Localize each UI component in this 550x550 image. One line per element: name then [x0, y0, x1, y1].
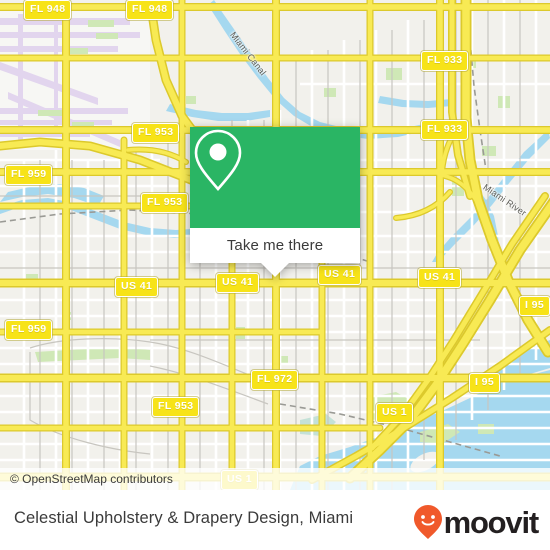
road-shield: FL 948 [126, 0, 174, 20]
road-shield: FL 933 [421, 51, 469, 71]
road-shield: FL 953 [141, 193, 189, 213]
road-shield: US 41 [418, 268, 462, 288]
road-shield: FL 972 [251, 370, 299, 390]
road-shield: FL 953 [152, 397, 200, 417]
map-canvas[interactable]: FL 948 FL 948 FL 933 FL 953 FL 933 FL 959 FL 9… [0, 0, 550, 490]
road-shield: I 95 [519, 296, 550, 316]
popup-action-bar[interactable]: Take me there [190, 228, 360, 263]
road-shield: FL 953 [132, 123, 180, 143]
screenshot-root: FL 948 FL 948 FL 933 FL 953 FL 933 FL 959 FL 9… [0, 0, 550, 550]
map-pin-icon [194, 129, 242, 191]
take-me-there-label: Take me there [226, 237, 324, 254]
popup-tail-pointer [261, 263, 289, 277]
page-footer: Celestial Upholstery & Drapery Design, M… [0, 490, 550, 550]
road-shield: US 41 [318, 265, 362, 285]
page-title: Celestial Upholstery & Drapery Design, M… [14, 509, 354, 527]
road-shield: US 1 [376, 403, 413, 423]
road-shield: FL 959 [5, 320, 53, 340]
road-shield: I 95 [469, 373, 501, 393]
popup-header [190, 127, 360, 228]
moovit-wordmark: moovit [443, 504, 540, 540]
road-shield: FL 933 [421, 120, 469, 140]
moovit-pin-icon [413, 505, 442, 539]
map-attribution-bar: © OpenStreetMap contributors [0, 468, 550, 490]
moovit-logo[interactable]: moovit [413, 504, 540, 540]
road-shield: US 41 [115, 277, 159, 297]
road-shield: FL 948 [24, 0, 72, 20]
location-popup-card[interactable]: Take me there [190, 127, 360, 277]
road-shield: FL 959 [5, 165, 53, 185]
attribution-text: © OpenStreetMap contributors [10, 472, 173, 486]
road-shield: US 41 [216, 273, 260, 293]
